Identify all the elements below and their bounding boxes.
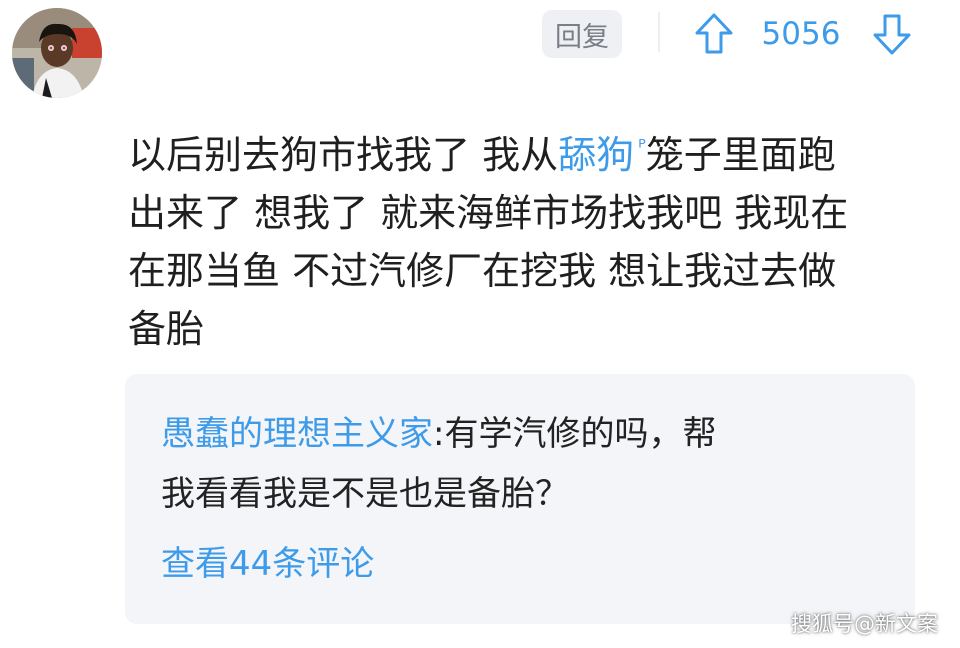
comment-text-segment: 笼子里面跑 xyxy=(645,133,836,177)
keyword-badge-icon: ᴾ xyxy=(638,135,646,160)
reply-line: 我看看我是不是也是备胎？ xyxy=(161,474,569,514)
reply-line: 愚蠢的理想主义家:有学汽修的吗，帮 xyxy=(161,404,881,464)
watermark: 搜狐号@新文案 xyxy=(791,612,938,636)
reply-preview-box[interactable]: 愚蠢的理想主义家:有学汽修的吗，帮 我看看我是不是也是备胎？ 查看44条评论 xyxy=(125,374,915,624)
user-avatar[interactable] xyxy=(12,8,102,98)
view-comments-link[interactable]: 查看44条评论 xyxy=(161,536,374,585)
reply-author-link[interactable]: 愚蠢的理想主义家 xyxy=(161,414,433,454)
user-avatar-icon xyxy=(12,8,102,98)
reply-content: 愚蠢的理想主义家:有学汽修的吗，帮 我看看我是不是也是备胎？ xyxy=(161,404,881,524)
comment-line: 备胎 xyxy=(128,307,205,351)
comment-line: 以后别去狗市找我了 我从舔狗 ᴾ笼子里面跑 xyxy=(128,126,928,184)
keyword-link[interactable]: 舔狗 xyxy=(558,133,634,177)
arrow-down-icon[interactable] xyxy=(872,12,912,56)
comment-line: 在那当鱼 不过汽修厂在挖我 想让我过去做 xyxy=(128,249,837,293)
arrow-up-icon[interactable] xyxy=(694,12,734,56)
comment-text-segment: 以后别去狗市找我了 我从 xyxy=(128,133,559,177)
reply-button[interactable]: 回复 xyxy=(542,10,622,58)
comment-body: 以后别去狗市找我了 我从舔狗 ᴾ笼子里面跑 出来了 想我了 就来海鲜市场找我吧 我… xyxy=(128,126,928,358)
reply-separator: : xyxy=(433,414,445,454)
reply-text: 有学汽修的吗，帮 xyxy=(444,414,717,454)
divider xyxy=(658,12,660,52)
upvote-count: 5056 xyxy=(761,16,841,52)
comment-line: 出来了 想我了 就来海鲜市场找我吧 我现在 xyxy=(128,191,849,235)
